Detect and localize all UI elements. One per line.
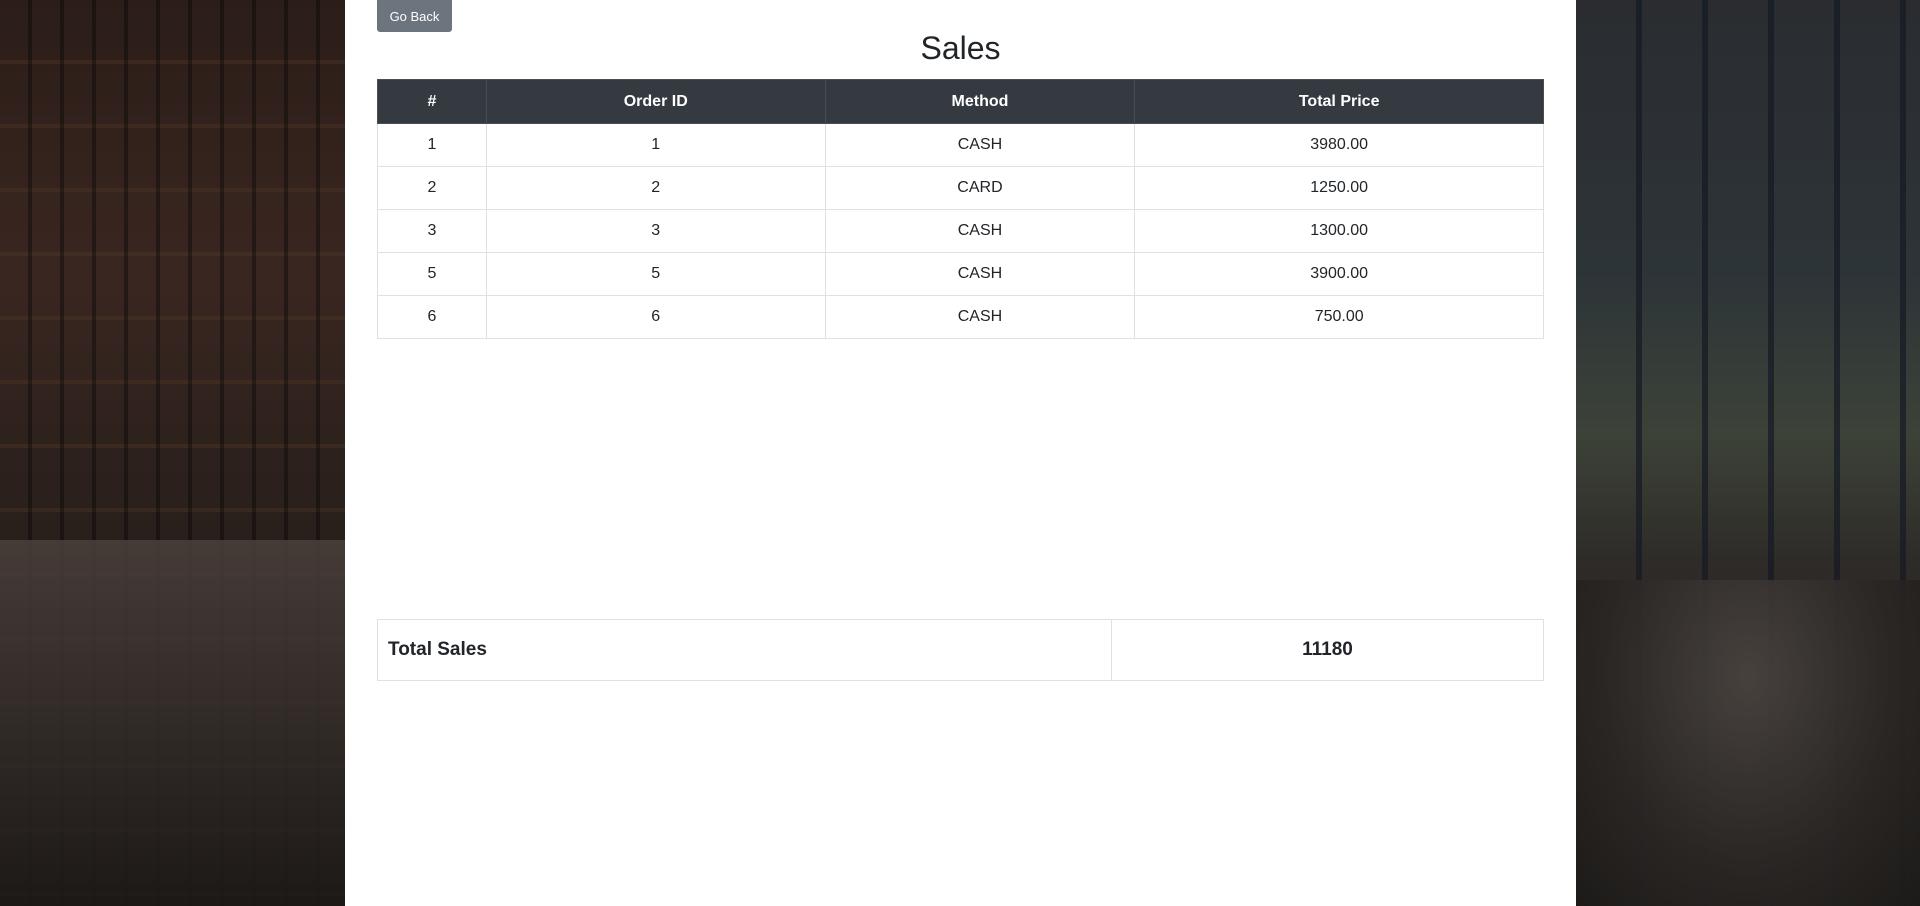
cell-total-price: 1300.00 <box>1134 209 1544 253</box>
cell-total-price: 750.00 <box>1134 295 1544 339</box>
cell-method: CASH <box>824 209 1136 253</box>
cell-total-price: 3900.00 <box>1134 252 1544 296</box>
table-header: # Order ID Method Total Price <box>377 79 1544 124</box>
background-right-photo <box>1576 0 1920 906</box>
table-row: 3 3 CASH 1300.00 <box>377 209 1544 253</box>
column-header-total-price: Total Price <box>1134 79 1544 124</box>
cell-method: CASH <box>824 252 1136 296</box>
sales-table: # Order ID Method Total Price 1 1 CASH 3… <box>377 79 1544 339</box>
cell-order-id: 5 <box>485 252 826 296</box>
cell-method: CASH <box>824 295 1136 339</box>
cell-number: 3 <box>377 209 487 253</box>
cell-order-id: 2 <box>485 166 826 210</box>
column-header-number: # <box>377 79 487 124</box>
table-row: 2 2 CARD 1250.00 <box>377 166 1544 210</box>
table-row: 6 6 CASH 750.00 <box>377 295 1544 339</box>
cell-order-id: 6 <box>485 295 826 339</box>
cell-order-id: 3 <box>485 209 826 253</box>
table-row: 5 5 CASH 3900.00 <box>377 252 1544 296</box>
header-row: # Order ID Method Total Price <box>377 79 1544 124</box>
column-header-method: Method <box>824 79 1136 124</box>
page-title: Sales <box>920 30 1001 66</box>
cell-order-id: 1 <box>485 123 826 167</box>
total-sales-label: Total Sales <box>377 619 1112 681</box>
cell-number: 1 <box>377 123 487 167</box>
total-sales-row: Total Sales 11180 <box>377 619 1544 681</box>
column-header-order-id: Order ID <box>485 79 826 124</box>
cell-number: 5 <box>377 252 487 296</box>
total-sales-value: 11180 <box>1111 619 1544 681</box>
content-panel: Go Back Sales # Order ID Method Total Pr… <box>345 0 1576 906</box>
background-left-photo <box>0 0 345 906</box>
table-body: 1 1 CASH 3980.00 2 2 CARD 1250.00 3 3 CA… <box>377 123 1544 339</box>
table-row: 1 1 CASH 3980.00 <box>377 123 1544 167</box>
cell-method: CASH <box>824 123 1136 167</box>
cell-number: 2 <box>377 166 487 210</box>
cell-total-price: 1250.00 <box>1134 166 1544 210</box>
total-sales-table: Total Sales 11180 <box>377 619 1544 681</box>
cell-number: 6 <box>377 295 487 339</box>
cell-method: CARD <box>824 166 1136 210</box>
cell-total-price: 3980.00 <box>1134 123 1544 167</box>
